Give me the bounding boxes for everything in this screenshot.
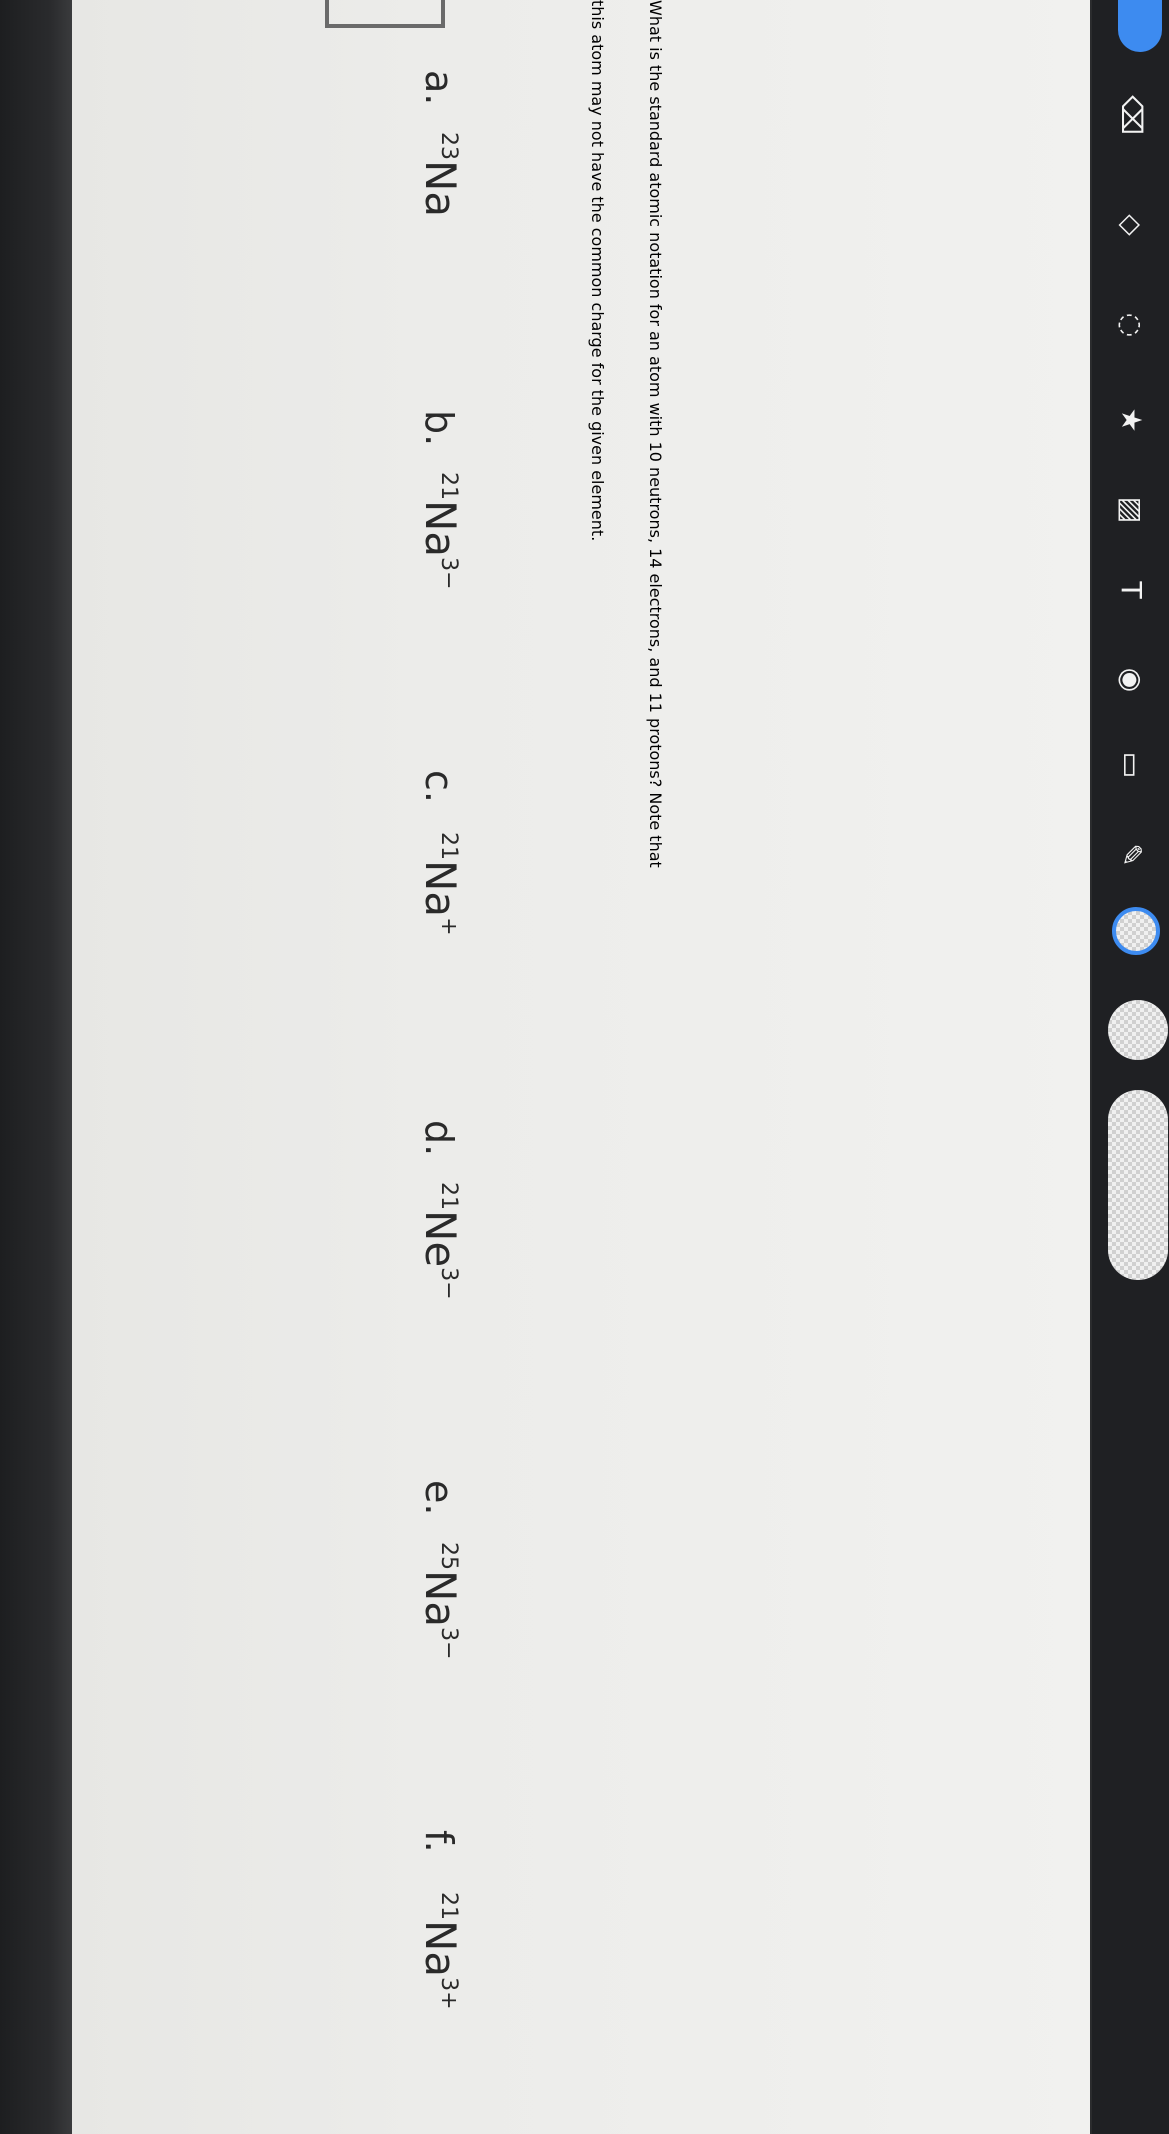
element-symbol: Na [416,500,465,558]
question-content: What is the standard atomic notation for… [235,0,665,2134]
charge: 3− [436,557,461,590]
color-swatch-selected[interactable] [1112,907,1160,955]
mass-number: 25 [436,1542,461,1570]
sticker-icon[interactable]: ★ [1112,400,1152,440]
option-f[interactable]: f. 21Na3+ [416,1830,465,2010]
element-symbol: Ne [416,1210,465,1268]
option-letter: c. [417,770,461,803]
option-letter: e. [417,1480,461,1516]
element-symbol: Na [416,1570,465,1628]
charge: 3− [436,1627,461,1660]
image-icon[interactable]: ▨ [1112,490,1152,530]
shapes-icon[interactable]: ◇ [1112,205,1152,245]
option-letter: f. [417,1830,461,1853]
option-letter: d. [417,1120,461,1157]
charge: 3− [436,1267,461,1300]
question-line-2: this atom may not have the common charge… [588,0,607,542]
mass-number: 23 [436,132,461,160]
lasso-icon[interactable]: ◌ [1112,305,1152,345]
option-e[interactable]: e. 25Na3− [416,1480,465,1660]
question-line-1: What is the standard atomic notation for… [646,0,665,868]
screen-bezel [0,0,72,2134]
charge: + [436,917,461,936]
eraser-icon[interactable]: ⌫ [1112,95,1152,135]
option-letter: b. [417,410,461,447]
option-letter: a. [417,70,461,106]
stroke-width-slider[interactable] [1108,1090,1168,1280]
element-symbol: Na [416,1920,465,1978]
mass-number: 21 [436,472,461,500]
option-a[interactable]: a. 23Na [416,70,465,217]
option-d[interactable]: d. 21Ne3− [416,1120,465,1300]
color-swatch[interactable] [1108,1000,1168,1060]
mass-number: 21 [436,1892,461,1920]
element-symbol: Na [416,860,465,918]
option-b[interactable]: b. 21Na3− [416,410,465,590]
magic-pen-icon[interactable]: ✎ [1112,835,1152,875]
ruler-icon[interactable]: ▭ [1112,745,1152,785]
option-c[interactable]: c. 21Na+ [416,770,465,936]
camera-icon[interactable]: ◉ [1112,660,1152,700]
element-symbol: Na [416,160,465,218]
mass-number: 21 [436,1182,461,1210]
mass-number: 21 [436,832,461,860]
active-tool-indicator[interactable] [1118,0,1162,52]
charge: 3+ [436,1977,461,2010]
text-icon[interactable]: T [1112,570,1152,610]
